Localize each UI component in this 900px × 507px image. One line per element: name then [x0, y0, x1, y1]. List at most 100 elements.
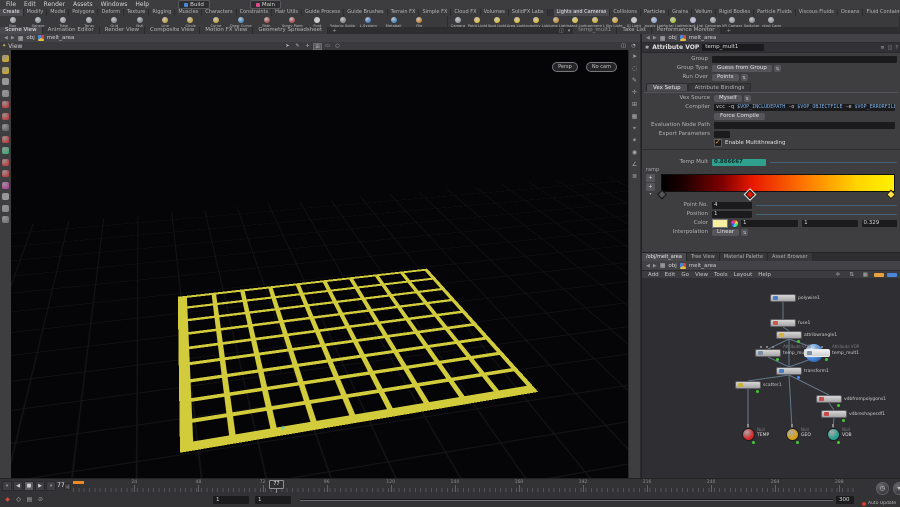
node-scatter1[interactable]: [735, 381, 761, 389]
shelf-tab-rigid-bodies[interactable]: Rigid Bodies: [716, 9, 755, 16]
desktop-selector[interactable]: Build: [178, 0, 210, 9]
forward-icon[interactable]: ▶: [653, 263, 657, 269]
node-flag[interactable]: [796, 441, 799, 444]
null-node-TEMP[interactable]: [741, 427, 755, 441]
shelf-tool-grid[interactable]: Grid: [102, 16, 127, 27]
position-input[interactable]: 1: [712, 210, 752, 218]
tool-icon[interactable]: [2, 89, 9, 97]
null-node-VDB[interactable]: [826, 427, 840, 441]
shelf-tool-file[interactable]: File: [406, 16, 431, 27]
shelf-tab-muscles[interactable]: Muscles: [175, 9, 203, 16]
group-type-dropdown[interactable]: Guess from Group: [712, 64, 772, 72]
position-slider[interactable]: [756, 213, 897, 215]
snap-icon[interactable]: ○: [333, 43, 342, 50]
pane-tab-tree-view[interactable]: Tree View: [686, 253, 720, 261]
force-compile-button[interactable]: Force Compile: [714, 112, 766, 120]
shelf-tab-characters[interactable]: Characters: [202, 9, 237, 16]
snap-icon[interactable]: ⊞: [313, 42, 322, 50]
shelf-tool-box[interactable]: Box: [0, 16, 25, 27]
breadcrumb-root[interactable]: obj: [668, 263, 676, 269]
shelf-tool-spray-paint[interactable]: Spray Paint: [279, 16, 304, 27]
display-option-icon[interactable]: ◉: [632, 150, 637, 156]
transport-button-4[interactable]: »: [46, 481, 56, 491]
breadcrumb-root[interactable]: obj: [668, 35, 676, 41]
shelf-tab-guide-process[interactable]: Guide Process: [301, 9, 345, 16]
node-flag[interactable]: [837, 404, 840, 407]
shelf-tool-vr-camera[interactable]: VR Camera: [722, 16, 742, 27]
playhead[interactable]: 77: [268, 480, 284, 489]
pane-tab-motion-fx-view[interactable]: Motion FX View: [200, 27, 254, 34]
breadcrumb-root[interactable]: obj: [26, 35, 34, 41]
header-icon[interactable]: ◫: [888, 45, 893, 51]
shelf-tab-cloud-fx[interactable]: Cloud FX: [451, 9, 481, 16]
ramp-marker[interactable]: [743, 188, 757, 201]
breadcrumb-node[interactable]: melt_area: [689, 35, 716, 41]
breadcrumb-node[interactable]: melt_area: [689, 263, 716, 269]
breadcrumb-node[interactable]: melt_area: [47, 35, 74, 41]
animation-options-button[interactable]: ▾: [893, 482, 900, 495]
header-icon[interactable]: ◫: [619, 43, 628, 50]
menu-item[interactable]: Help: [132, 1, 152, 8]
shelf-tab-rigging[interactable]: Rigging: [149, 9, 176, 16]
group-type-menu-button[interactable]: ⇅: [773, 64, 781, 72]
shelf-tab-lights-and-cameras[interactable]: Lights and Cameras: [553, 9, 611, 16]
shelf-tab-guide-brushes[interactable]: Guide Brushes: [344, 9, 388, 16]
ramp-marker[interactable]: [886, 189, 897, 200]
tool-icon[interactable]: [2, 204, 9, 212]
header-icon[interactable]: ◔: [629, 43, 638, 50]
shelf-tool-torus[interactable]: Torus: [76, 16, 101, 27]
network-canvas[interactable]: polywire1 fuse1 attribwrangle1 Attribute VO…: [642, 278, 900, 479]
shelf-tool-control-camera[interactable]: Control Camera: [762, 16, 781, 27]
shelf-tool-distant-light[interactable]: Distant Light: [566, 16, 585, 27]
palette-orange-icon[interactable]: [874, 273, 884, 277]
pane-tab-animation-editor[interactable]: Animation Editor: [42, 27, 100, 34]
tool-icon[interactable]: [2, 78, 9, 85]
pane-options-icon[interactable]: ◫: [558, 28, 565, 34]
node-vdbreshapesdf1[interactable]: [821, 410, 847, 418]
run-over-menu-button[interactable]: ⇅: [740, 73, 748, 81]
point-no-input[interactable]: 4: [712, 201, 752, 209]
folder-tab-attribute-bindings[interactable]: Attribute Bindings: [687, 83, 752, 91]
tool-icon[interactable]: [2, 124, 9, 131]
playback-range-start-field[interactable]: 1: [255, 496, 291, 504]
take-selector[interactable]: Main: [249, 0, 282, 9]
pane-pin-icon[interactable]: ▾: [567, 28, 572, 34]
node-flag[interactable]: [837, 441, 840, 444]
snap-icon[interactable]: ➤: [283, 43, 292, 50]
shelf-tool-font[interactable]: Font: [305, 16, 330, 27]
folder-tab-vex-setup[interactable]: Vex Setup: [646, 83, 688, 91]
persp-view-pill[interactable]: Persp: [552, 62, 578, 72]
tool-icon[interactable]: [2, 147, 9, 154]
snap-icon[interactable]: ▭: [323, 43, 332, 50]
shelf-tab-constraints[interactable]: Constraints: [236, 9, 273, 16]
update-mode-selector[interactable]: Auto Update: [862, 501, 900, 506]
forward-icon[interactable]: ▶: [653, 35, 657, 41]
shelf-tool-circle[interactable]: Circle: [178, 16, 203, 27]
vex-source-menu-button[interactable]: ⇅: [743, 94, 751, 102]
shelf-tab-volumes[interactable]: Volumes: [480, 9, 509, 16]
timeline-ruler[interactable]: 24 48 72 96 120 144 168 192 216 240 264 288 77: [73, 480, 855, 493]
pane-tab-take-list[interactable]: Take List: [617, 27, 652, 34]
playback-options-button[interactable]: ◷: [876, 482, 889, 495]
shelf-tool-sky-light[interactable]: Sky Light: [605, 16, 625, 27]
playbar-tool-icon[interactable]: ◇: [14, 495, 23, 504]
shelf-tab-simple-fx[interactable]: Simple FX: [419, 9, 452, 16]
node-flag[interactable]: [842, 419, 845, 422]
display-option-icon[interactable]: ∠: [632, 162, 637, 168]
pane-tab-geometry-spreadsheet[interactable]: Geometry Spreadsheet: [253, 27, 329, 34]
forward-icon[interactable]: ▶: [11, 35, 15, 41]
shelf-tool-sphere[interactable]: Sphere: [25, 16, 50, 27]
transport-button-1[interactable]: ◀: [13, 481, 23, 491]
node-attribwrangle1[interactable]: [776, 331, 802, 339]
group-input[interactable]: [712, 55, 897, 63]
shelf-tab-oceans[interactable]: Oceans: [837, 9, 864, 16]
tool-icon[interactable]: [2, 55, 9, 62]
shelf-tool-path[interactable]: Path: [254, 16, 279, 27]
menu-item[interactable]: File: [3, 1, 19, 8]
vex-source-dropdown[interactable]: Myself: [714, 94, 742, 102]
display-option-icon[interactable]: ▦: [632, 114, 638, 120]
display-option-icon[interactable]: ◌: [632, 66, 637, 72]
shelf-tool-l-system[interactable]: L-System: [355, 16, 380, 27]
shelf-tool-geometry-light[interactable]: Geometry Light: [526, 16, 546, 27]
run-over-dropdown[interactable]: Points: [712, 73, 739, 81]
